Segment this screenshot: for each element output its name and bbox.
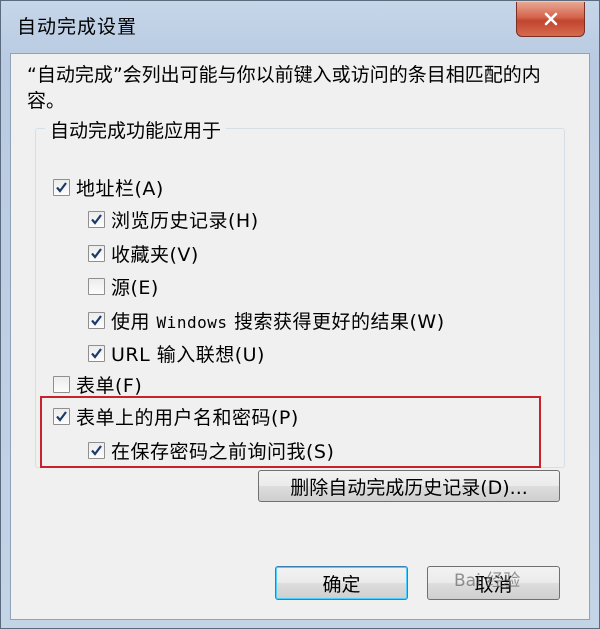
checkbox-url-suggestions[interactable]: URL 输入联想(U) <box>88 340 265 367</box>
checkbox-forms[interactable]: 表单(F) <box>53 371 142 398</box>
title-bar[interactable]: 自动完成设置 <box>1 1 599 53</box>
checkbox-box[interactable] <box>53 179 70 196</box>
checkmark-icon <box>91 214 102 225</box>
checkbox-box[interactable] <box>53 376 70 393</box>
ok-button[interactable]: 确定 <box>275 566 408 600</box>
checkbox-favorites[interactable]: 收藏夹(V) <box>88 240 199 267</box>
checkbox-label: 收藏夹(V) <box>111 244 199 266</box>
checkbox-box[interactable] <box>88 211 105 228</box>
checkbox-label: 浏览历史记录(H) <box>111 210 259 232</box>
checkbox-address-bar[interactable]: 地址栏(A) <box>53 174 164 201</box>
highlight-annotation-box <box>40 396 541 468</box>
checkbox-label: 源(E) <box>111 277 159 299</box>
checkbox-windows-search[interactable]: 使用 Windows 搜索获得更好的结果(W) <box>88 307 445 334</box>
checkbox-label: 使用 Windows 搜索获得更好的结果(W) <box>111 311 445 333</box>
close-icon <box>544 12 557 26</box>
checkmark-icon <box>91 348 102 359</box>
checkmark-icon <box>91 315 102 326</box>
checkbox-box[interactable] <box>88 278 105 295</box>
checkbox-label: URL 输入联想(U) <box>111 344 265 366</box>
checkbox-feeds[interactable]: 源(E) <box>88 273 159 300</box>
checkbox-label: 地址栏(A) <box>76 178 164 200</box>
delete-history-button[interactable]: 删除自动完成历史记录(D)... <box>258 470 560 502</box>
groupbox-legend: 自动完成功能应用于 <box>45 116 227 143</box>
checkmark-icon <box>91 248 102 259</box>
checkbox-box[interactable] <box>88 312 105 329</box>
description-text: “自动完成”会列出可能与你以前键入或访问的条目相匹配的内容。 <box>27 64 541 112</box>
checkbox-box[interactable] <box>88 245 105 262</box>
close-button[interactable] <box>516 2 585 37</box>
checkbox-browsing-history[interactable]: 浏览历史记录(H) <box>88 206 259 233</box>
baidu-watermark: Bai 经验 <box>454 571 521 591</box>
checkbox-box[interactable] <box>88 345 105 362</box>
window-title: 自动完成设置 <box>17 16 138 38</box>
checkmark-icon <box>56 182 67 193</box>
windows-word: Windows <box>156 313 228 332</box>
checkbox-label: 表单(F) <box>76 375 143 397</box>
